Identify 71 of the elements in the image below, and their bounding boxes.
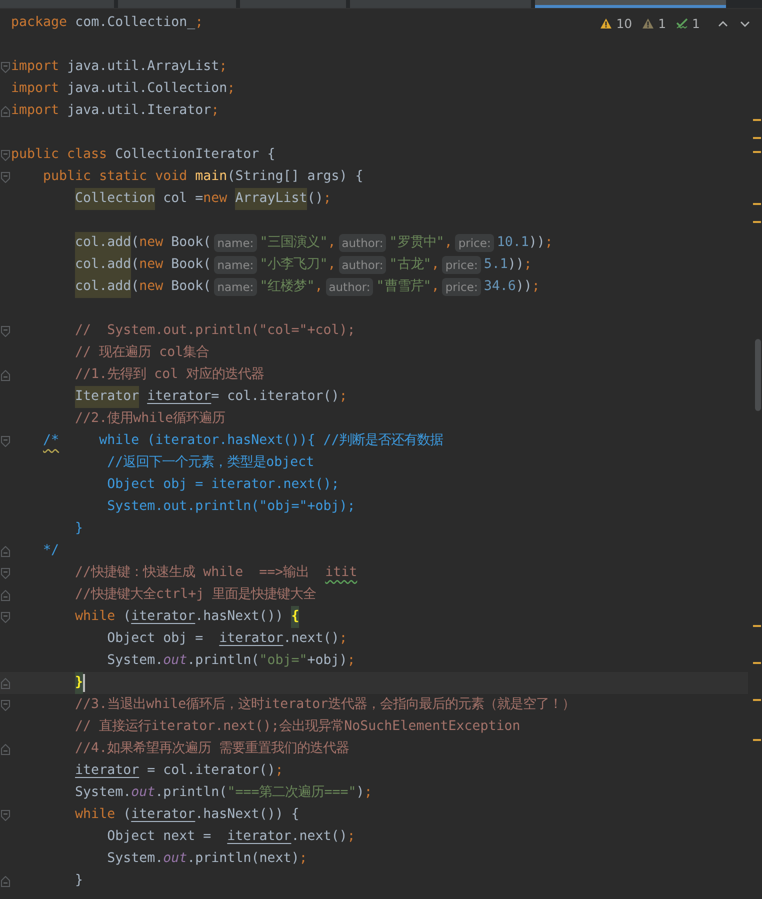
code-line: iterator = col.iterator();: [74, 762, 284, 780]
fold-icon[interactable]: [1, 876, 10, 886]
warning-marker[interactable]: [753, 203, 761, 205]
code-line: //快捷键大全ctrl+j 里面是快捷键大全: [74, 586, 318, 604]
code-line: Iterator iterator= col.iterator();: [11, 386, 362, 408]
fold-icon[interactable]: [1, 700, 10, 710]
code-line: System.out.println("obj="+obj);: [106, 498, 356, 516]
warning-marker[interactable]: [753, 662, 761, 664]
scrollbar-thumb[interactable]: [755, 339, 761, 411]
code-line: col.add(new Book( name: "三国演义", author: "罗贯中", price: 10.1));: [11, 232, 567, 254]
editor-tab[interactable]: [535, 0, 726, 8]
warning-marker[interactable]: [753, 739, 761, 741]
fold-icon[interactable]: [1, 150, 10, 160]
code-line: // 直接运行iterator.next();会出现异常NoSuchElementException: [74, 718, 522, 736]
code-line: public class CollectionIterator {: [11, 146, 276, 164]
code-line: col.add(new Book( name: "红楼梦", author: "曹雪芹", price: 34.6));: [11, 276, 554, 298]
fold-icon[interactable]: [1, 612, 10, 622]
code-line: // System.out.println("col="+col);: [74, 322, 356, 340]
warning-marker[interactable]: [753, 137, 761, 139]
code-line: //1.先得到 col 对应的迭代器: [74, 366, 266, 384]
code-line: import java.util.Collection;: [11, 80, 236, 98]
chevron-up-icon[interactable]: [718, 20, 728, 26]
code-line: while (iterator.hasNext()) {: [11, 606, 314, 628]
code-line: //4.如果希望再次遍历 需要重置我们的迭代器: [74, 740, 350, 758]
warning-icon[interactable]: [642, 18, 654, 29]
code-line: import java.util.ArrayList;: [11, 58, 228, 76]
code-line: //返回下一个元素，类型是object: [106, 454, 316, 472]
fold-icon[interactable]: [1, 172, 10, 182]
fold-icon[interactable]: [1, 62, 10, 72]
chevron-down-icon[interactable]: [740, 20, 750, 26]
fold-icon[interactable]: [1, 106, 10, 116]
warning-marker[interactable]: [753, 151, 761, 153]
code-line: Object obj = iterator.next();: [106, 630, 348, 648]
warning-marker[interactable]: [753, 699, 761, 701]
fold-icon[interactable]: [1, 810, 10, 820]
fold-icon[interactable]: [1, 546, 10, 556]
code-line: //2.使用while循环遍历: [74, 410, 226, 428]
code-line: // 现在遍历 col集合: [74, 344, 210, 362]
code-line: }: [74, 520, 84, 538]
check-icon[interactable]: [676, 18, 688, 29]
code-line: Object next = iterator.next();: [106, 828, 356, 846]
code-line: import java.util.Iterator;: [11, 102, 220, 120]
code-line: col.add(new Book( name: "小李飞刀", author: "古龙", price: 5.1));: [11, 254, 546, 276]
fold-icon[interactable]: [1, 678, 10, 688]
fold-icon[interactable]: [1, 744, 10, 754]
code-line: */: [42, 542, 60, 560]
fold-icon[interactable]: [1, 326, 10, 336]
inspection-count: 10: [616, 16, 632, 31]
fold-icon[interactable]: [1, 436, 10, 446]
fold-icon[interactable]: [1, 568, 10, 578]
code-line: }: [11, 672, 100, 694]
code-line: public static void main(String[] args) {: [42, 168, 364, 186]
inspection-count: 1: [658, 16, 666, 31]
warning-icon[interactable]: [600, 18, 612, 29]
code-line: package com.Collection_;: [11, 14, 204, 32]
inspection-count: 1: [692, 16, 700, 31]
code-line: System.out.println("===第二次遍历===");: [74, 784, 374, 802]
code-line: }: [74, 872, 84, 890]
code-line: System.out.println(next);: [106, 850, 308, 868]
code-line: /* while (iterator.hasNext()){ //判断是否还有数据: [42, 432, 444, 450]
fold-icon[interactable]: [1, 590, 10, 600]
warning-marker[interactable]: [753, 625, 761, 627]
warning-marker[interactable]: [753, 119, 761, 121]
warning-marker[interactable]: [753, 221, 761, 223]
code-line: //3.当退出while循环后，这时iterator迭代器，会指向最后的元素（就是空了！）: [74, 696, 576, 714]
fold-icon[interactable]: [1, 370, 10, 380]
code-line: System.out.println("obj="+obj);: [106, 652, 356, 670]
code-line: Collection col =new ArrayList();: [11, 188, 346, 210]
code-line: Object obj = iterator.next();: [106, 476, 340, 494]
code-line: while (iterator.hasNext()) {: [74, 806, 300, 824]
code-line: //快捷键：快速生成 while ==>输出 itit: [74, 564, 358, 582]
